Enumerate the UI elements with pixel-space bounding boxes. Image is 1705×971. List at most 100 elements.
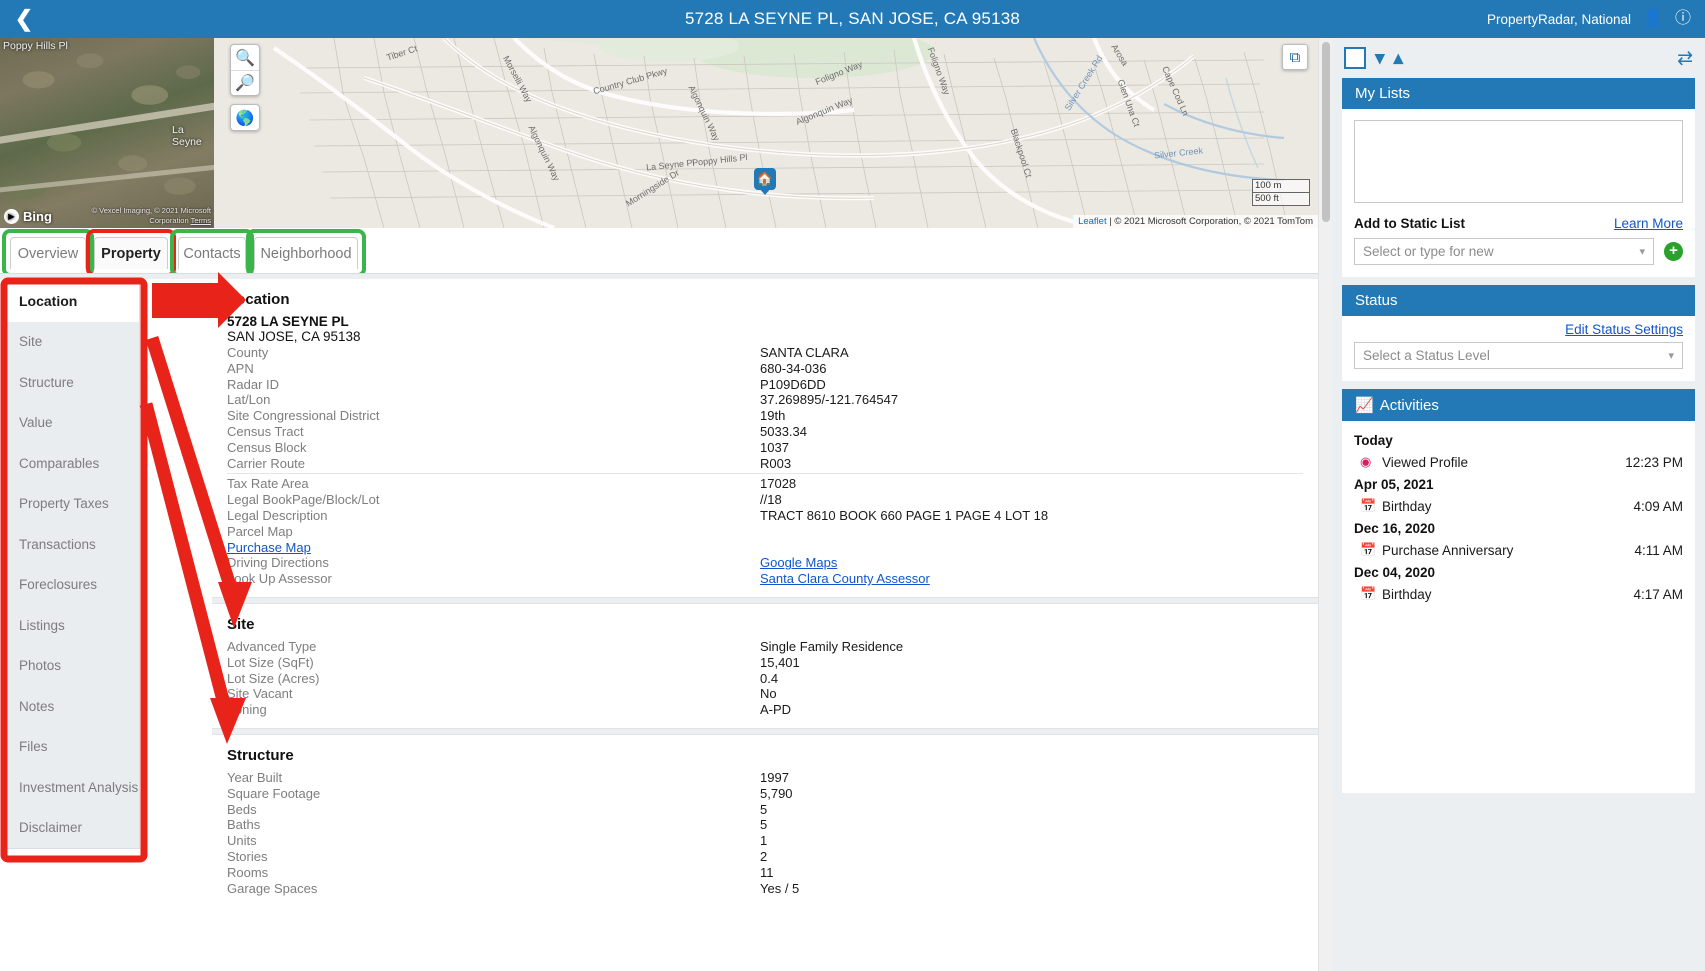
subnav-item-comparables[interactable]: Comparables — [7, 443, 139, 484]
tab-neighborhood[interactable]: Neighborhood — [254, 237, 358, 269]
home-marker-icon: 🏠 — [754, 168, 776, 190]
activity-item[interactable]: 📅 Purchase Anniversary 4:11 AM — [1354, 539, 1683, 561]
subnav-item-investment-analysis[interactable]: Investment Analysis — [7, 767, 139, 808]
detail-row-link[interactable]: Santa Clara County Assessor — [760, 571, 930, 586]
map-zoom-controls[interactable]: 🔍 🔎 — [230, 44, 260, 96]
section-site-heading: Site — [227, 615, 255, 633]
detail-row: Carrier Route R003 — [212, 456, 1318, 472]
activity-item[interactable]: 📅 Birthday 4:09 AM — [1354, 495, 1683, 517]
structure-rows: Year Built 1997 Square Footage 5,790 Beds 5 Ba… — [212, 770, 1318, 896]
tab-overview-label: Overview — [17, 245, 79, 262]
subnav-item-label: Value — [19, 415, 53, 431]
detail-row: Stories 2 — [212, 849, 1318, 865]
detail-row: Garage Spaces Yes / 5 — [212, 881, 1318, 897]
app-header: ❮ 5728 LA SEYNE PL, SAN JOSE, CA 95138 P… — [0, 0, 1705, 38]
static-list-select-value: Select or type for new — [1363, 244, 1494, 259]
subnav-item-label: Photos — [19, 658, 62, 674]
detail-row: Radar ID P109D6DD — [212, 377, 1318, 393]
detail-row-key: Square Footage — [227, 785, 321, 801]
site-rows: Advanced Type Single Family Residence Lot … — [212, 639, 1318, 718]
subnav-item-value[interactable]: Value — [7, 403, 139, 444]
subnav-item-files[interactable]: Files — [7, 727, 139, 768]
aerial-photo[interactable]: Poppy Hills Pl La Seyne ► Bing © Vexcel … — [0, 38, 214, 228]
chevron-up-icon[interactable]: ▴ — [1394, 49, 1404, 68]
calendar-icon: 📅 — [1360, 498, 1377, 513]
detail-row-key: Stories — [227, 848, 268, 864]
detail-row-value: A-PD — [760, 702, 792, 718]
subnav-item-listings[interactable]: Listings — [7, 605, 139, 646]
edit-status-settings-row: Edit Status Settings — [1354, 322, 1683, 337]
detail-row: Census Block 1037 — [212, 440, 1318, 456]
activities-title: Activities — [1379, 396, 1439, 414]
detail-row-value: 5 — [760, 817, 768, 833]
section-site: Site Advanced Type Single Family Residenc… — [212, 604, 1318, 728]
property-marker[interactable]: 🏠 — [754, 168, 776, 195]
parcel-map[interactable]: 🔍 🔎 🌎 ⧉ 🏠 100 m 500 ft Leaflet | © 2021 … — [214, 38, 1318, 228]
expand-map-icon[interactable]: ⧉ — [1282, 44, 1308, 70]
subnav-item-label: Foreclosures — [19, 577, 98, 593]
purchase-map-link[interactable]: Purchase Map — [227, 540, 311, 555]
subnav-item-label: Structure — [19, 374, 74, 390]
tab-property[interactable]: Property — [94, 237, 168, 269]
my-lists-body: Add to Static List Learn More Select or … — [1342, 109, 1695, 277]
detail-row-key: Legal BookPage/Block/Lot — [227, 492, 380, 508]
subnav-item-foreclosures[interactable]: Foreclosures — [7, 565, 139, 606]
page-scrollbar[interactable] — [1318, 38, 1332, 971]
zoom-out-icon[interactable]: 🔎 — [231, 70, 259, 95]
detail-row: Parcel Map — [212, 524, 1318, 540]
activity-item[interactable]: ◉ Viewed Profile 12:23 PM — [1354, 451, 1683, 473]
status-level-select[interactable]: Select a Status Level ▾ — [1354, 342, 1683, 369]
aerial-terms-link[interactable]: Terms — [191, 216, 211, 225]
share-icon[interactable]: ⇄ — [1677, 47, 1693, 70]
detail-row-value[interactable]: Google Maps — [760, 555, 837, 571]
detail-row-value: 11 — [760, 864, 774, 880]
marker-tip — [759, 188, 771, 195]
chevron-down-icon[interactable]: ▾ — [1375, 49, 1385, 68]
basemap-globe-icon[interactable]: 🌎 — [230, 104, 260, 131]
detail-row: Square Footage 5,790 — [212, 786, 1318, 802]
detail-row-key: Rooms — [227, 864, 269, 880]
subnav-item-photos[interactable]: Photos — [7, 646, 139, 687]
activity-item[interactable]: 📅 Birthday 4:17 AM — [1354, 583, 1683, 605]
plus-circle-icon[interactable]: + — [1664, 242, 1683, 261]
static-list-select[interactable]: Select or type for new ▾ — [1354, 238, 1654, 265]
subnav-item-location[interactable]: Location — [7, 281, 139, 322]
checkbox-empty-icon[interactable] — [1344, 47, 1366, 69]
leaflet-link[interactable]: Leaflet — [1078, 216, 1107, 227]
activity-date-group: Dec 16, 2020 — [1354, 521, 1436, 536]
detail-row-key: Census Tract — [227, 423, 304, 439]
subnav-item-transactions[interactable]: Transactions — [7, 524, 139, 565]
subnav-item-label: Transactions — [19, 536, 96, 552]
section-gap-2 — [212, 727, 1318, 735]
detail-row: County SANTA CLARA — [212, 345, 1318, 361]
detail-row-value: 5,790 — [760, 785, 793, 801]
address-line-1: 5728 LA SEYNE PL — [227, 314, 349, 329]
subnav-item-disclaimer[interactable]: Disclaimer — [7, 808, 139, 849]
help-icon[interactable]: ⓘ — [1675, 11, 1691, 27]
tab-overview[interactable]: Overview — [10, 237, 86, 269]
detail-row-key: Advanced Type — [227, 638, 317, 654]
purchase-map-row: Purchase Map — [212, 540, 1318, 556]
aerial-credit-line2: Corporation — [149, 215, 189, 225]
detail-row-link[interactable]: Google Maps — [760, 555, 837, 570]
eye-icon: ◉ — [1360, 454, 1372, 469]
detail-row-value[interactable]: Santa Clara County Assessor — [760, 571, 930, 587]
activity-date-group: Apr 05, 2021 — [1354, 477, 1434, 492]
detail-row-key: Garage Spaces — [227, 880, 318, 896]
subnav-item-site[interactable]: Site — [7, 322, 139, 363]
scrollbar-thumb[interactable] — [1322, 42, 1330, 222]
my-lists-listbox[interactable] — [1354, 120, 1683, 203]
edit-status-settings-link[interactable]: Edit Status Settings — [1565, 322, 1683, 337]
subnav-item-structure[interactable]: Structure — [7, 362, 139, 403]
subnav-item-notes[interactable]: Notes — [7, 686, 139, 727]
calendar-icon: 📅 — [1360, 586, 1377, 601]
user-icon[interactable]: 👤 — [1643, 11, 1663, 27]
learn-more-link[interactable]: Learn More — [1614, 216, 1683, 231]
detail-row-key: Units — [227, 833, 257, 849]
detail-row-key: Census Block — [227, 439, 307, 455]
detail-row-key: Year Built — [227, 769, 283, 785]
subnav-item-property-taxes[interactable]: Property Taxes — [7, 484, 139, 525]
tab-contacts[interactable]: Contacts — [178, 237, 246, 269]
detail-row: Lot Size (Acres) 0.4 — [212, 671, 1318, 687]
zoom-in-icon[interactable]: 🔍 — [231, 45, 259, 70]
